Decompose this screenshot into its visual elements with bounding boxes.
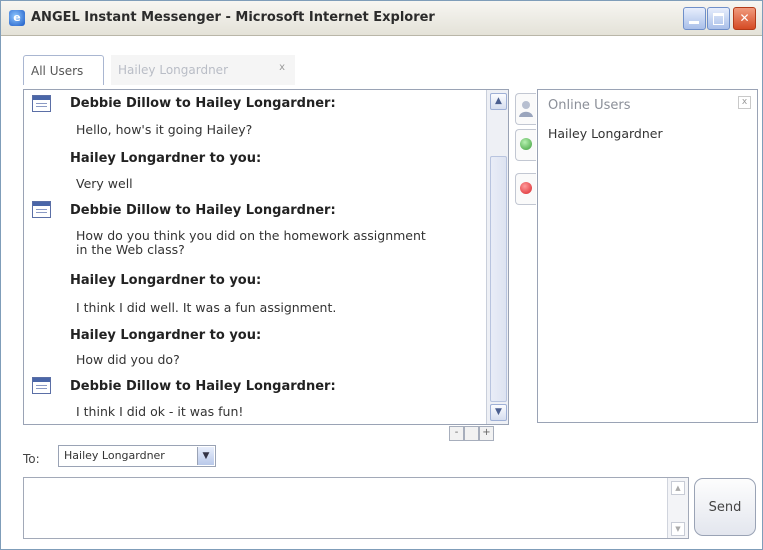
message-sender: Debbie Dillow to Hailey Longardner: — [70, 379, 336, 394]
maximize-icon — [713, 13, 724, 25]
chat-scrollbar[interactable]: ▲ ▼ — [486, 90, 508, 424]
block-icon — [520, 182, 532, 194]
tab-label: Hailey Longardner — [118, 63, 228, 77]
message-text: How did you do? — [76, 352, 180, 367]
side-tab-block[interactable] — [515, 173, 536, 205]
title-bar[interactable]: e ANGEL Instant Messenger - Microsoft In… — [1, 1, 762, 36]
online-users-header: Online Users — [548, 98, 631, 113]
reset-font-button[interactable] — [464, 426, 479, 441]
minimize-button[interactable] — [683, 7, 706, 30]
message-sender: Debbie Dillow to Hailey Longardner: — [70, 203, 336, 218]
side-tab-status[interactable] — [515, 129, 536, 161]
tab-close-icon[interactable]: x — [279, 53, 285, 83]
minimize-icon — [689, 21, 699, 24]
side-tab-users[interactable] — [515, 93, 536, 125]
tab-hailey-longardner[interactable]: Hailey Longardner x — [111, 55, 295, 85]
scroll-up-icon[interactable]: ▲ — [671, 481, 685, 495]
close-panel-icon[interactable]: x — [738, 96, 751, 109]
message-sender: Hailey Longardner to you: — [70, 273, 262, 288]
message-sender: Hailey Longardner to you: — [70, 151, 262, 166]
online-user-item[interactable]: Hailey Longardner — [548, 126, 663, 141]
tab-all-users[interactable]: All Users — [23, 55, 104, 85]
recipient-label: To: — [23, 452, 40, 466]
message-text: I think I did well. It was a fun assignm… — [76, 300, 337, 315]
message-compose: ▲ ▼ — [23, 477, 689, 539]
window-title: ANGEL Instant Messenger - Microsoft Inte… — [31, 10, 435, 25]
message-sender: Debbie Dillow to Hailey Longardner: — [70, 96, 336, 111]
compose-scrollbar[interactable]: ▲ ▼ — [667, 478, 688, 538]
message-input[interactable] — [26, 480, 670, 538]
internet-explorer-icon: e — [9, 10, 25, 26]
close-button[interactable]: ✕ — [733, 7, 756, 30]
message-text: I think I did ok - it was fun! — [76, 404, 244, 419]
message-text: Very well — [76, 176, 133, 191]
message-window-icon — [32, 201, 51, 218]
message-window-icon — [32, 377, 51, 394]
scroll-thumb[interactable] — [490, 156, 507, 402]
message-sender: Hailey Longardner to you: — [70, 328, 262, 343]
maximize-button[interactable] — [707, 7, 730, 30]
tab-label: All Users — [31, 64, 84, 78]
message-list: Debbie Dillow to Hailey Longardner: Hell… — [24, 90, 486, 424]
message-window-icon — [32, 95, 51, 112]
online-users-panel: Online Users x Hailey Longardner — [537, 89, 758, 423]
scroll-down-icon[interactable]: ▼ — [490, 404, 507, 421]
user-icon — [519, 101, 533, 117]
message-text: How do you think you did on the homework… — [76, 228, 426, 257]
chevron-down-icon[interactable]: ▼ — [197, 447, 214, 465]
side-tab-strip — [513, 93, 537, 213]
browser-window: e ANGEL Instant Messenger - Microsoft In… — [0, 0, 763, 550]
decrease-font-button[interactable]: - — [449, 426, 464, 441]
scroll-up-icon[interactable]: ▲ — [490, 93, 507, 110]
message-text: Hello, how's it going Hailey? — [76, 122, 253, 137]
send-button[interactable]: Send — [694, 478, 756, 536]
increase-font-button[interactable]: + — [479, 426, 494, 441]
recipient-value: Hailey Longardner — [64, 449, 165, 462]
recipient-select[interactable]: Hailey Longardner ▼ — [58, 445, 216, 467]
chat-transcript: Debbie Dillow to Hailey Longardner: Hell… — [23, 89, 509, 425]
scroll-down-icon[interactable]: ▼ — [671, 522, 685, 536]
status-online-icon — [520, 138, 532, 150]
